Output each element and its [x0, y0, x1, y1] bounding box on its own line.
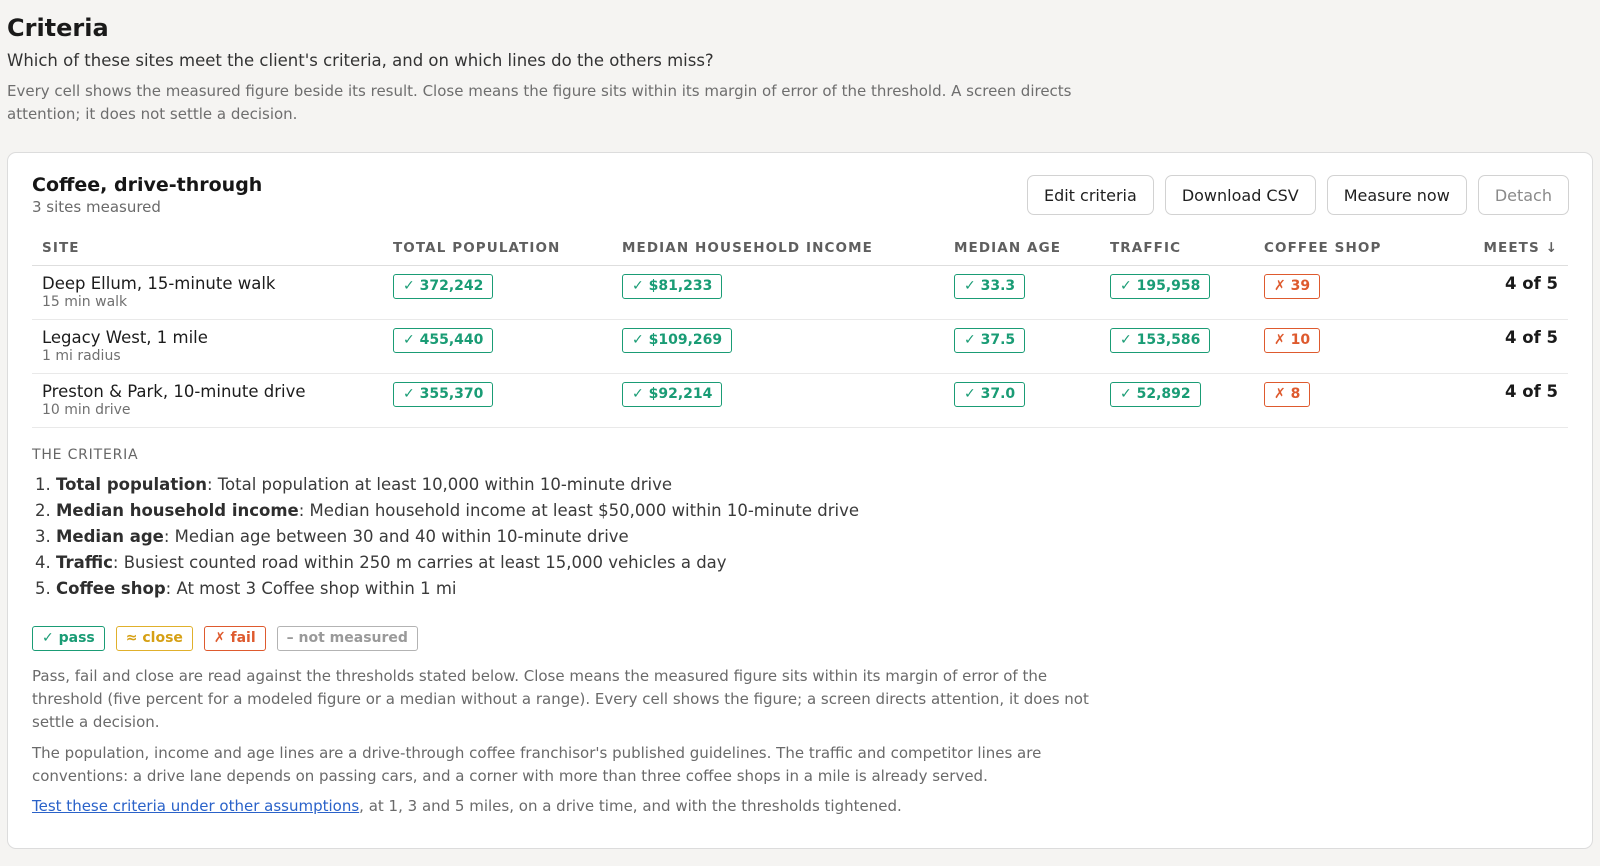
- criteria-heading: THE CRITERIA: [32, 446, 139, 463]
- site-name: Deep Ellum, 15-minute walk: [42, 273, 276, 293]
- site-meta: 10 min drive: [42, 401, 131, 418]
- population-badge: ✓ 372,242: [393, 273, 494, 299]
- site-name: Preston & Park, 10-minute drive: [42, 381, 306, 401]
- income-badge: ✓ $109,269: [622, 327, 733, 353]
- table-header-row: SITE TOTAL POPULATION MEDIAN HOUSEHOLD I…: [32, 232, 1568, 266]
- page-intro: Every cell shows the measured figure bes…: [7, 82, 1072, 123]
- sites-table: SITE TOTAL POPULATION MEDIAN HOUSEHOLD I…: [32, 232, 1568, 428]
- page-question: Which of these sites meet the client's c…: [7, 51, 714, 70]
- card-title: Coffee, drive-through: [32, 174, 263, 196]
- criteria-item-text: : At most 3 Coffee shop within 1 mi: [165, 578, 457, 598]
- page: Criteria Which of these sites meet the c…: [0, 0, 1600, 126]
- site-meta: 15 min walk: [42, 293, 128, 310]
- sources-note: The population, income and age lines are…: [32, 743, 1042, 785]
- col-header-site[interactable]: SITE: [32, 232, 383, 266]
- criteria-item: Coffee shop: At most 3 Coffee shop withi…: [56, 576, 1568, 602]
- coffee-cell: ✗ 10: [1254, 319, 1414, 374]
- income-cell: ✓ $109,269: [612, 319, 944, 374]
- age-cell: ✓ 37.5: [944, 319, 1100, 374]
- legend-fail: ✗ fail: [203, 625, 266, 651]
- col-header-meets[interactable]: MEETS ↓: [1414, 232, 1568, 266]
- criteria-item-name: Total population: [56, 474, 207, 494]
- traffic-badge: ✓ 52,892: [1110, 381, 1201, 407]
- col-header-income[interactable]: MEDIAN HOUSEHOLD INCOME: [612, 232, 944, 266]
- traffic-badge: ✓ 153,586: [1110, 327, 1211, 353]
- page-title: Criteria: [7, 14, 109, 42]
- result-legend: ✓ pass ≈ close ✗ fail – not measured: [32, 625, 1568, 651]
- assumptions-line: Test these criteria under other assumpti…: [32, 795, 1568, 818]
- criteria-item: Traffic: Busiest counted road within 250…: [56, 550, 1568, 576]
- site-cell: Legacy West, 1 mile 1 mi radius: [32, 319, 383, 374]
- criteria-list: Total population: Total population at le…: [32, 472, 1568, 602]
- table-row[interactable]: Preston & Park, 10-minute drive 10 min d…: [32, 373, 1568, 428]
- col-header-traffic[interactable]: TRAFFIC: [1100, 232, 1254, 266]
- download-csv-button[interactable]: Download CSV: [1164, 175, 1316, 215]
- card-header: Coffee, drive-through 3 sites measured E…: [32, 173, 1569, 217]
- assumptions-rest: , at 1, 3 and 5 miles, on a drive time, …: [359, 796, 902, 815]
- criteria-item-text: : Median age between 30 and 40 within 10…: [163, 526, 629, 546]
- income-cell: ✓ $92,214: [612, 373, 944, 428]
- table-row[interactable]: Legacy West, 1 mile 1 mi radius ✓ 455,44…: [32, 319, 1568, 374]
- coffee-badge: ✗ 8: [1264, 381, 1311, 407]
- criteria-card: Coffee, drive-through 3 sites measured E…: [7, 152, 1593, 849]
- income-badge: ✓ $92,214: [622, 381, 723, 407]
- test-assumptions-link[interactable]: Test these criteria under other assumpti…: [32, 797, 359, 815]
- thresholds-note: Pass, fail and close are read against th…: [32, 666, 1089, 731]
- population-badge: ✓ 455,440: [393, 327, 494, 353]
- population-cell: ✓ 355,370: [383, 373, 612, 428]
- card-subtitle: 3 sites measured: [32, 198, 161, 216]
- card-heading: Coffee, drive-through 3 sites measured: [32, 173, 262, 217]
- traffic-cell: ✓ 153,586: [1100, 319, 1254, 374]
- site-meta: 1 mi radius: [42, 347, 121, 364]
- meets-cell: 4 of 5: [1414, 373, 1568, 428]
- criteria-item-text: : Busiest counted road within 250 m carr…: [112, 552, 727, 572]
- traffic-badge: ✓ 195,958: [1110, 273, 1211, 299]
- criteria-item-text: : Total population at least 10,000 withi…: [206, 474, 672, 494]
- coffee-cell: ✗ 8: [1254, 373, 1414, 428]
- age-badge: ✓ 37.5: [954, 327, 1026, 353]
- age-badge: ✓ 33.3: [954, 273, 1026, 299]
- site-cell: Deep Ellum, 15-minute walk 15 min walk: [32, 265, 383, 320]
- traffic-cell: ✓ 195,958: [1100, 265, 1254, 320]
- coffee-cell: ✗ 39: [1254, 265, 1414, 320]
- traffic-cell: ✓ 52,892: [1100, 373, 1254, 428]
- card-actions: Edit criteria Download CSV Measure now D…: [1026, 175, 1569, 215]
- age-cell: ✓ 37.0: [944, 373, 1100, 428]
- criteria-item: Median household income: Median househol…: [56, 498, 1568, 524]
- income-cell: ✓ $81,233: [612, 265, 944, 320]
- legend-pass: ✓ pass: [32, 625, 105, 651]
- legend-close: ≈ close: [115, 625, 193, 651]
- meets-cell: 4 of 5: [1414, 319, 1568, 374]
- criteria-item: Median age: Median age between 30 and 40…: [56, 524, 1568, 550]
- table-row[interactable]: Deep Ellum, 15-minute walk 15 min walk ✓…: [32, 265, 1568, 320]
- meets-cell: 4 of 5: [1414, 265, 1568, 320]
- criteria-item-name: Median age: [56, 526, 164, 546]
- coffee-badge: ✗ 39: [1264, 273, 1321, 299]
- age-cell: ✓ 33.3: [944, 265, 1100, 320]
- criteria-item-text: : Median household income at least $50,0…: [298, 500, 860, 520]
- criteria-item: Total population: Total population at le…: [56, 472, 1568, 498]
- criteria-item-name: Median household income: [56, 500, 299, 520]
- coffee-badge: ✗ 10: [1264, 327, 1321, 353]
- col-header-population[interactable]: TOTAL POPULATION: [383, 232, 612, 266]
- legend-not-measured: – not measured: [276, 625, 418, 651]
- col-header-age[interactable]: MEDIAN AGE: [944, 232, 1100, 266]
- col-header-coffee[interactable]: COFFEE SHOP: [1254, 232, 1414, 266]
- detach-button[interactable]: Detach: [1477, 175, 1569, 215]
- population-cell: ✓ 455,440: [383, 319, 612, 374]
- edit-criteria-button[interactable]: Edit criteria: [1026, 175, 1154, 215]
- population-cell: ✓ 372,242: [383, 265, 612, 320]
- income-badge: ✓ $81,233: [622, 273, 723, 299]
- population-badge: ✓ 355,370: [393, 381, 494, 407]
- site-cell: Preston & Park, 10-minute drive 10 min d…: [32, 373, 383, 428]
- age-badge: ✓ 37.0: [954, 381, 1026, 407]
- criteria-item-name: Coffee shop: [56, 578, 166, 598]
- measure-now-button[interactable]: Measure now: [1326, 175, 1467, 215]
- site-name: Legacy West, 1 mile: [42, 327, 208, 347]
- criteria-item-name: Traffic: [56, 552, 113, 572]
